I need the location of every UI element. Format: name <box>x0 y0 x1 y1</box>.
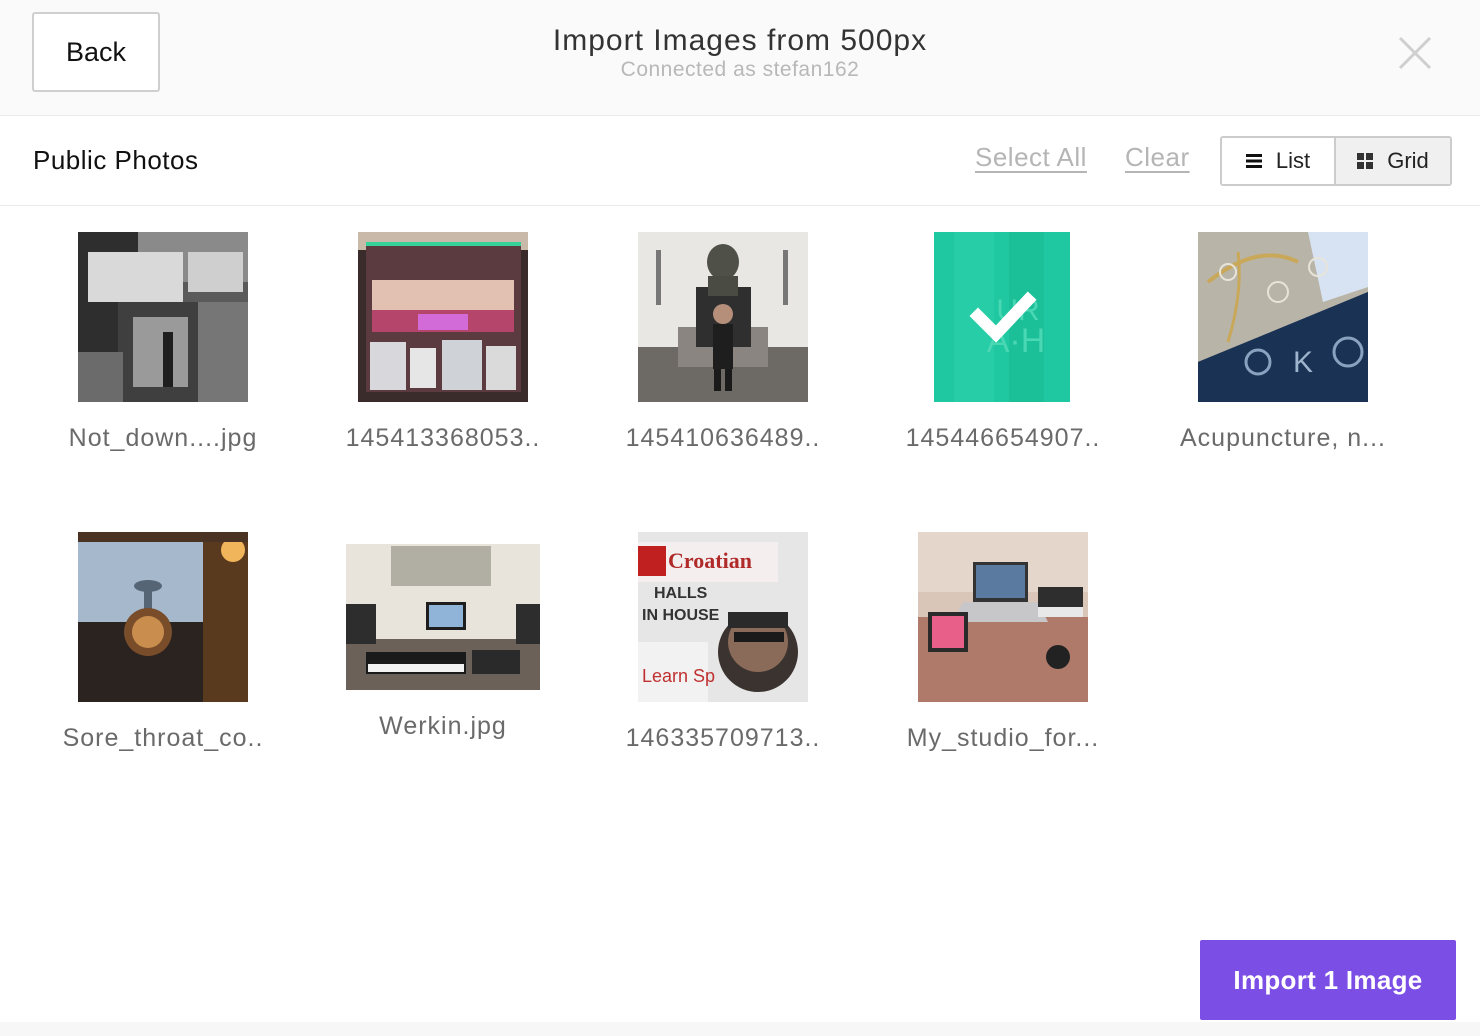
photo-thumbnail <box>78 232 248 402</box>
photo-thumbnail <box>638 232 808 402</box>
svg-text:Croatian: Croatian <box>668 548 752 573</box>
grid-icon <box>1357 153 1374 169</box>
photo-tile[interactable]: 145413368053.. <box>303 232 583 472</box>
photo-thumbnail <box>78 532 248 702</box>
photo-caption: My_studio_for... <box>906 724 1100 752</box>
grid-view-button[interactable]: Grid <box>1336 138 1450 184</box>
footer-strip <box>0 1022 1480 1036</box>
photo-caption: Werkin.jpg <box>379 712 507 740</box>
modal-header: Back Import Images from 500px Connected … <box>0 0 1480 116</box>
photo-caption: 145410636489.. <box>625 424 821 452</box>
list-icon <box>1245 154 1262 168</box>
grid-view-label: Grid <box>1387 148 1429 173</box>
photo-caption: Not_down....jpg <box>68 424 258 452</box>
photo-tile[interactable]: Croatian HALLS IN HOUSE Learn Sp 1463357… <box>583 532 863 772</box>
svg-text:Learn Sp: Learn Sp <box>642 666 715 686</box>
photo-tile[interactable]: K Acupuncture, n... <box>1143 232 1423 472</box>
photo-thumbnail: Croatian HALLS IN HOUSE Learn Sp <box>638 532 808 702</box>
photo-caption: Sore_throat_co.. <box>62 724 264 752</box>
close-button[interactable] <box>1396 34 1434 72</box>
select-all-button[interactable]: Select All <box>975 142 1087 173</box>
clear-button[interactable]: Clear <box>1125 142 1190 173</box>
photo-thumbnail <box>346 544 540 690</box>
photo-thumbnail: K <box>1198 232 1368 402</box>
list-view-button[interactable]: List <box>1222 138 1336 184</box>
photo-tile[interactable]: A·H UR 145446654907.. <box>863 232 1143 472</box>
photo-tile[interactable]: 145410636489.. <box>583 232 863 472</box>
svg-text:IN HOUSE: IN HOUSE <box>642 607 720 624</box>
photo-thumbnail-selected: A·H UR <box>934 232 1070 402</box>
photo-caption: 145446654907.. <box>905 424 1101 452</box>
page-title: Import Images from 500px <box>552 24 928 57</box>
connected-account-label: Connected as stefan162 <box>620 58 860 81</box>
svg-text:HALLS: HALLS <box>654 585 708 602</box>
photo-thumbnail <box>918 532 1088 702</box>
photo-tile[interactable]: Werkin.jpg <box>303 532 583 772</box>
import-button[interactable]: Import 1 Image <box>1200 940 1456 1020</box>
photo-thumbnail <box>358 232 528 402</box>
photo-toolbar: Public Photos Select All Clear List Grid <box>0 116 1480 206</box>
view-toggle: List Grid <box>1220 136 1452 186</box>
photo-caption: Acupuncture, n... <box>1179 424 1386 452</box>
section-title: Public Photos <box>33 145 199 175</box>
close-icon <box>1398 36 1432 70</box>
list-view-label: List <box>1275 148 1311 173</box>
photo-caption: 145413368053.. <box>345 424 541 452</box>
svg-text:K: K <box>1293 346 1313 379</box>
photo-caption: 146335709713.. <box>625 724 821 752</box>
photo-tile[interactable]: My_studio_for... <box>863 532 1143 772</box>
photo-tile[interactable]: Sore_throat_co.. <box>23 532 303 772</box>
photo-tile[interactable]: Not_down....jpg <box>23 232 303 472</box>
